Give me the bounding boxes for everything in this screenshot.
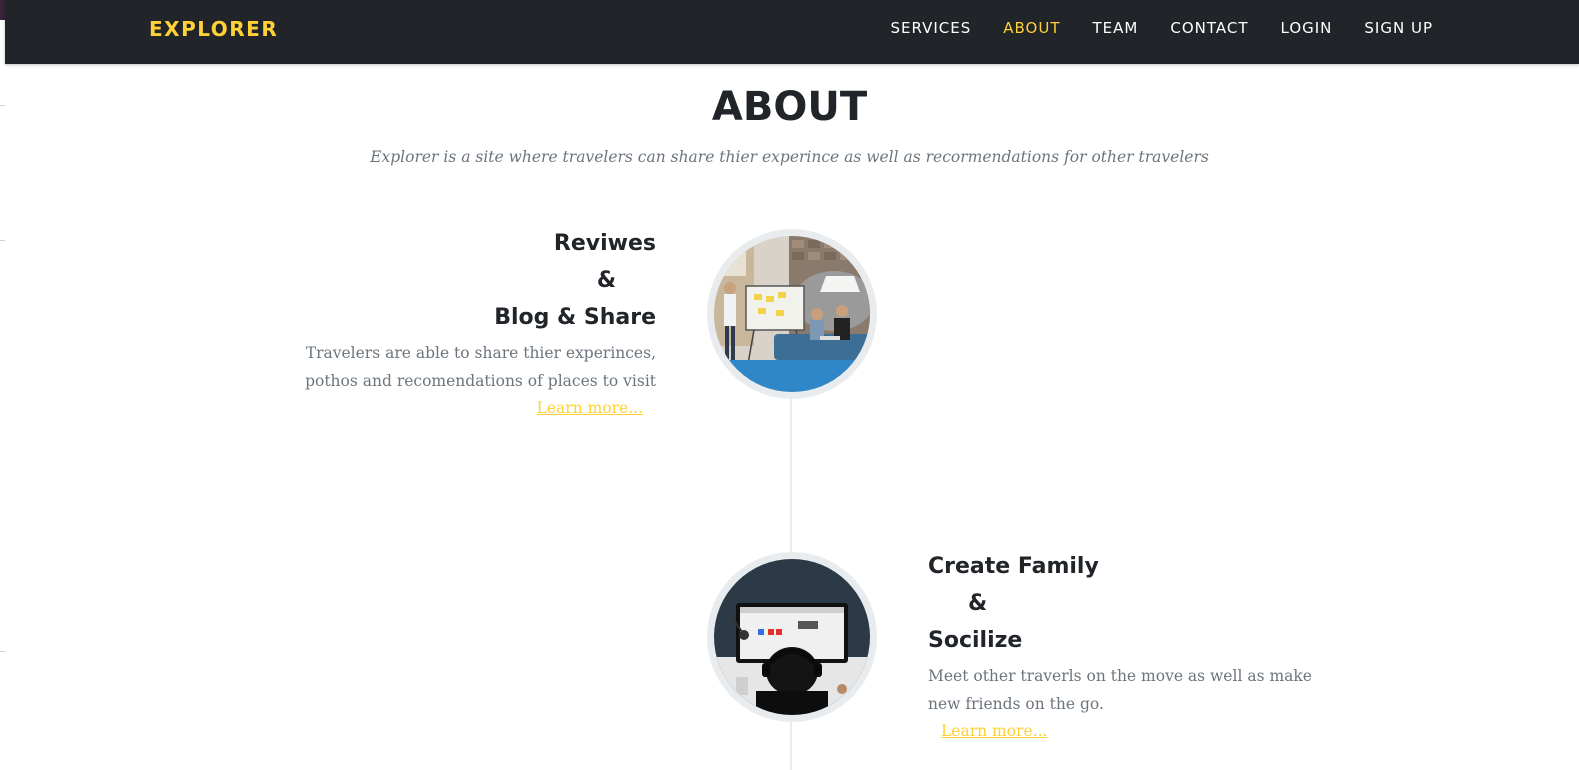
nav-link-about[interactable]: ABOUT bbox=[1003, 19, 1060, 37]
timeline-body: Meet other traverls on the move as well … bbox=[928, 667, 1312, 713]
nav-link-login[interactable]: LOGIN bbox=[1281, 19, 1333, 37]
edge-artifact bbox=[0, 651, 5, 652]
nav-item-login: LOGIN bbox=[1281, 18, 1333, 38]
brand-logo[interactable]: EXPLORER bbox=[149, 16, 278, 42]
nav-item-about: ABOUT bbox=[1003, 18, 1060, 38]
timeline-heading-line: Blog & Share bbox=[494, 305, 656, 330]
nav-link-services[interactable]: SERVICES bbox=[891, 19, 972, 37]
about-heading: ABOUT bbox=[711, 84, 868, 130]
timeline-heading-line: & bbox=[968, 591, 988, 616]
page: EXPLORER SERVICES ABOUT TEAM CONTACT LOG… bbox=[0, 0, 1579, 770]
navbar: EXPLORER SERVICES ABOUT TEAM CONTACT LOG… bbox=[5, 0, 1579, 64]
about-subheading: Explorer is a site where travelers can s… bbox=[370, 148, 1209, 166]
timeline-image-meeting bbox=[707, 229, 877, 399]
timeline-heading: Reviwes & Blog & Share bbox=[256, 225, 656, 336]
timeline-panel-family: Create Family & Socilize Meet other trav… bbox=[928, 548, 1348, 741]
timeline-heading-line: Create Family bbox=[928, 554, 1099, 579]
nav-link-signup[interactable]: SIGN UP bbox=[1364, 19, 1433, 37]
meeting-photo bbox=[714, 236, 870, 392]
nav-item-team: TEAM bbox=[1093, 18, 1139, 38]
nav-item-signup: SIGN UP bbox=[1364, 18, 1433, 38]
nav-item-contact: CONTACT bbox=[1170, 18, 1248, 38]
timeline-image-workstation bbox=[707, 552, 877, 722]
nav-link-contact[interactable]: CONTACT bbox=[1170, 19, 1248, 37]
timeline-heading-line: Socilize bbox=[928, 628, 1023, 653]
timeline-heading: Create Family & Socilize bbox=[928, 548, 1348, 659]
timeline-heading-line: & bbox=[596, 268, 616, 293]
edge-artifact bbox=[0, 240, 5, 241]
learn-more-link[interactable]: Learn more... bbox=[941, 722, 1047, 740]
learn-more-wrap: Learn more... bbox=[256, 399, 656, 418]
timeline-body: Travelers are able to share thier experi… bbox=[305, 344, 656, 390]
timeline-heading-line: Reviwes bbox=[553, 231, 656, 256]
nav-item-services: SERVICES bbox=[891, 18, 972, 38]
workstation-photo bbox=[714, 559, 870, 715]
timeline-panel-reviews: Reviwes & Blog & Share Travelers are abl… bbox=[256, 225, 656, 418]
nav-link-team[interactable]: TEAM bbox=[1093, 19, 1139, 37]
learn-more-link[interactable]: Learn more... bbox=[537, 399, 643, 417]
nav-menu: SERVICES ABOUT TEAM CONTACT LOGIN SIGN U… bbox=[891, 18, 1434, 38]
learn-more-wrap: Learn more... bbox=[928, 722, 1348, 741]
